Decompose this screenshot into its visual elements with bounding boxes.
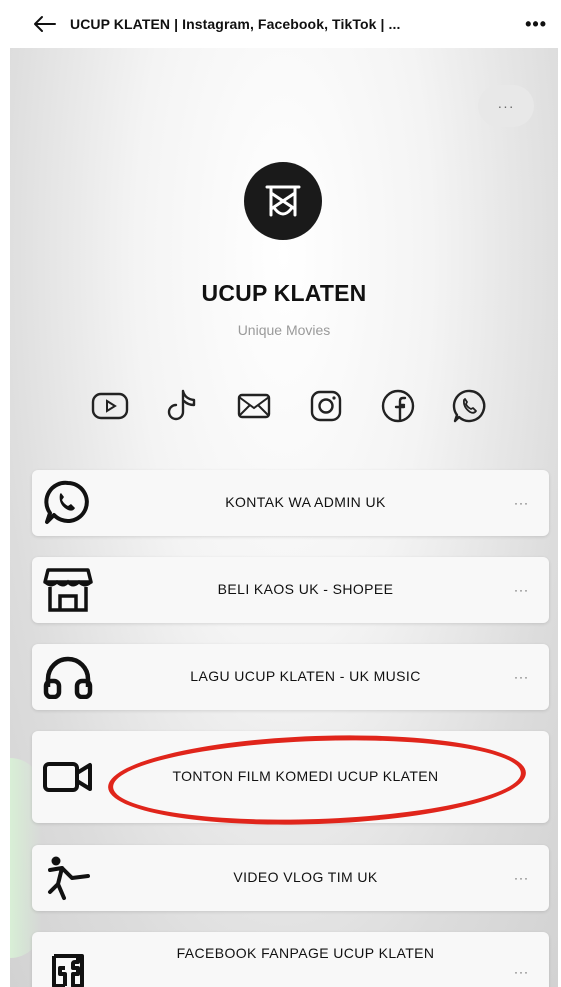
link-label: LAGU UCUP KLATEN - UK MUSIC [190, 668, 421, 685]
person-kick-icon [42, 852, 94, 904]
tiktok-icon[interactable] [162, 386, 202, 426]
instagram-icon[interactable] [306, 386, 346, 426]
link-menu-button[interactable]: ··· [514, 965, 529, 979]
share-button[interactable]: ··· [478, 85, 534, 127]
facebook-icon[interactable] [378, 386, 418, 426]
top-bar: UCUP KLATEN | Instagram, Facebook, TikTo… [0, 0, 561, 48]
social-icons [90, 386, 490, 426]
link-lagu-uk-music[interactable]: LAGU UCUP KLATEN - UK MUSIC ··· [32, 644, 549, 710]
link-label: FACEBOOK FANPAGE UCUP KLATEN [176, 945, 435, 961]
link-label: BELI KAOS UK - SHOPEE [217, 581, 394, 598]
linktree-page: ··· UCUP KLATEN Unique Movies KONTAK WA … [10, 48, 558, 987]
link-video-vlog-tim[interactable]: VIDEO VLOG TIM UK ··· [32, 845, 549, 911]
link-label: KONTAK WA ADMIN UK [225, 494, 386, 511]
whatsapp-icon [42, 477, 94, 529]
link-label: VIDEO VLOG TIM UK [233, 869, 378, 886]
back-arrow-icon[interactable] [30, 10, 58, 38]
link-tonton-film-komedi[interactable]: TONTON FILM KOMEDI UCUP KLATEN [32, 731, 549, 823]
link-kontak-wa-admin[interactable]: KONTAK WA ADMIN UK ··· [32, 470, 549, 536]
whatsapp-icon[interactable] [450, 386, 490, 426]
youtube-icon[interactable] [90, 386, 130, 426]
profile-name: UCUP KLATEN [201, 280, 367, 306]
link-menu-button[interactable]: ··· [514, 496, 529, 510]
link-menu-button[interactable]: ··· [514, 670, 529, 684]
facebook-icon [42, 946, 94, 987]
link-beli-kaos-shopee[interactable]: BELI KAOS UK - SHOPEE ··· [32, 557, 549, 623]
logo-icon [265, 185, 301, 217]
link-facebook-fanpage[interactable]: FACEBOOK FANPAGE UCUP KLATEN ··· [32, 932, 549, 987]
link-menu-button[interactable]: ··· [514, 871, 529, 885]
headphones-icon [42, 651, 94, 703]
page-title: UCUP KLATEN | Instagram, Facebook, TikTo… [70, 16, 401, 32]
avatar[interactable] [244, 162, 322, 240]
email-icon[interactable] [234, 386, 274, 426]
more-options-button[interactable]: ••• [525, 14, 547, 35]
profile-bio: Unique Movies [237, 322, 331, 338]
link-label: TONTON FILM KOMEDI UCUP KLATEN [172, 768, 439, 785]
video-camera-icon [42, 751, 94, 803]
link-menu-button[interactable]: ··· [514, 583, 529, 597]
store-icon [42, 564, 94, 616]
